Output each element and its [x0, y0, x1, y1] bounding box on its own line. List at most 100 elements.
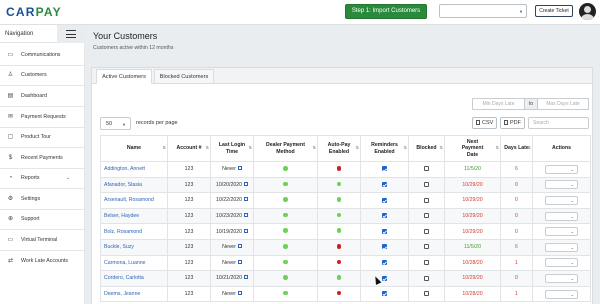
records-per-page-select[interactable]: 50 ▼ [100, 117, 131, 130]
create-ticket-button[interactable]: Create Ticket [535, 5, 573, 17]
reminders-checkbox[interactable] [382, 182, 387, 188]
column-header-next-payment-date[interactable]: Next Payment Date ⇅ [444, 135, 501, 162]
min-days-late-input[interactable]: Min Days Late [472, 98, 525, 110]
external-link-icon[interactable] [243, 228, 248, 233]
actions-dropdown[interactable]: ⌄ [545, 211, 578, 221]
blocked-checkbox[interactable] [424, 244, 429, 250]
sidebar-divider [0, 147, 85, 148]
hamburger-menu-icon[interactable] [57, 25, 85, 43]
sidebar-item-label: Communications [21, 52, 61, 58]
actions-cell: ⌄ [532, 176, 591, 194]
external-link-icon[interactable] [243, 275, 248, 280]
actions-dropdown[interactable]: ⌄ [545, 273, 578, 283]
customer-name-link[interactable]: Buckle, Suzy [100, 238, 168, 256]
reminders-checkbox[interactable] [382, 291, 387, 297]
tab-blocked-customers[interactable]: Blocked Customers [154, 69, 214, 84]
reminders-checkbox[interactable] [382, 228, 387, 234]
actions-dropdown[interactable]: ⌄ [545, 195, 578, 205]
account-number: 123 [167, 285, 211, 303]
column-header-days-late[interactable]: Days Late ⇅ [500, 135, 533, 162]
reminders-checkbox[interactable] [382, 213, 387, 219]
external-link-icon[interactable] [237, 244, 242, 249]
sidebar-item-communications[interactable]: ▭ Communications [0, 46, 85, 65]
sidebar-item-support[interactable]: ⊕ Support [0, 210, 85, 229]
sidebar-item-work-late-accounts[interactable]: ⇄ Work Late Accounts [0, 252, 85, 271]
autopay-cell [317, 223, 361, 240]
blocked-checkbox[interactable] [424, 182, 429, 188]
tab-active-customers[interactable]: Active Customers [96, 69, 152, 84]
sidebar-item-reports[interactable]: ◔ Reports ⌄ [0, 169, 85, 188]
column-header-actions[interactable]: Actions [532, 135, 591, 162]
column-header-dealer-payment-method[interactable]: Dealer Payment Method ⇅ [253, 135, 318, 162]
max-days-late-input[interactable]: Max Days Late [537, 98, 589, 110]
actions-dropdown[interactable]: ⌄ [545, 180, 578, 190]
days-late: 0 [500, 207, 533, 225]
blocked-cell [408, 254, 445, 272]
actions-dropdown[interactable]: ⌄ [545, 289, 578, 299]
reminders-checkbox[interactable] [382, 166, 387, 172]
reminders-checkbox[interactable] [382, 259, 387, 265]
sort-icon: ⇅ [403, 145, 408, 150]
customer-name-link[interactable]: Belser, Haydee [100, 207, 168, 225]
column-header-blocked[interactable]: Blocked ⇅ [408, 135, 445, 162]
customer-name-link[interactable]: Deems, Jeanne [100, 285, 168, 303]
blocked-checkbox[interactable] [424, 197, 429, 203]
customer-name-link[interactable]: Afanador, Stasia [100, 176, 168, 194]
external-link-icon[interactable] [243, 213, 248, 218]
external-link-icon[interactable] [237, 291, 242, 296]
sidebar-header: Navigation [0, 25, 85, 43]
sidebar-item-payment-requests[interactable]: ✉ Payment Requests [0, 108, 85, 127]
column-header-reminders-enabled[interactable]: Reminders Enabled ⇅ [360, 135, 409, 162]
customer-name-link[interactable]: Addington, Annett [100, 161, 168, 178]
carpay-logo[interactable]: CARPAY [6, 5, 62, 19]
column-header-name[interactable]: Name ⇅ [100, 135, 168, 162]
reminders-checkbox[interactable] [382, 275, 387, 281]
sidebar-item-recent-payments[interactable]: $ Recent Payments [0, 149, 85, 168]
blocked-checkbox[interactable] [424, 228, 429, 234]
customer-name-link[interactable]: Cordero, Carlotta [100, 270, 168, 287]
external-link-icon[interactable] [243, 197, 248, 202]
sidebar-item-settings[interactable]: ⚙ Settings [0, 190, 85, 209]
next-payment-date: 10/28/20 [444, 254, 501, 272]
customer-name-link[interactable]: Bolz, Rosamond [100, 223, 168, 240]
sidebar-item-virtual-terminal[interactable]: ▭ Virtual Terminal [0, 231, 85, 250]
external-link-icon[interactable] [237, 166, 242, 171]
column-header-auto-pay-enabled[interactable]: Auto-Pay Enabled ⇅ [317, 135, 361, 162]
actions-dropdown[interactable]: ⌄ [545, 258, 578, 268]
blocked-checkbox[interactable] [424, 166, 429, 172]
support-icon: ⊕ [7, 216, 14, 222]
customer-name-link[interactable]: Carmona, Luanne [100, 254, 168, 272]
actions-dropdown[interactable]: ⌄ [545, 227, 578, 237]
column-header-account-[interactable]: Account # ⇅ [167, 135, 211, 162]
blocked-checkbox[interactable] [424, 213, 429, 219]
last-login-cell: 10/21/2020 [210, 270, 254, 287]
pdf-export-button[interactable]: PDF [500, 117, 525, 129]
days-late: 6 [500, 161, 533, 178]
reminders-checkbox[interactable] [382, 244, 387, 250]
customer-name-link[interactable]: Arsenault, Rosamond [100, 192, 168, 209]
search-input[interactable]: Search [528, 117, 589, 129]
status-dot [283, 197, 288, 202]
actions-dropdown[interactable]: ⌄ [545, 164, 578, 174]
dealer-select[interactable]: ▼ [439, 4, 527, 18]
external-link-icon[interactable] [237, 259, 242, 264]
reminders-cell [360, 207, 409, 225]
actions-dropdown[interactable]: ⌄ [545, 242, 578, 252]
import-customers-button[interactable]: Step 1: Import Customers [345, 4, 427, 19]
blocked-checkbox[interactable] [424, 259, 429, 265]
user-avatar[interactable] [579, 3, 596, 20]
next-payment-date: 11/5/20 [444, 238, 501, 256]
account-number: 123 [167, 176, 211, 194]
csv-export-button[interactable]: CSV [472, 117, 497, 129]
column-header-last-login-time[interactable]: Last Login Time ⇅ [210, 135, 254, 162]
sidebar-item-customers[interactable]: ♙ Customers [0, 66, 85, 85]
reminders-checkbox[interactable] [382, 197, 387, 203]
blocked-checkbox[interactable] [424, 291, 429, 297]
autopay-cell [317, 207, 361, 225]
blocked-checkbox[interactable] [424, 275, 429, 281]
dealer-payment-cell [253, 207, 318, 225]
sidebar-item-dashboard[interactable]: ▤ Dashboard [0, 87, 85, 106]
external-link-icon[interactable] [243, 181, 248, 186]
sidebar-item-product-tour[interactable]: ▢ Product Tour [0, 128, 85, 147]
actions-cell: ⌄ [532, 254, 591, 272]
